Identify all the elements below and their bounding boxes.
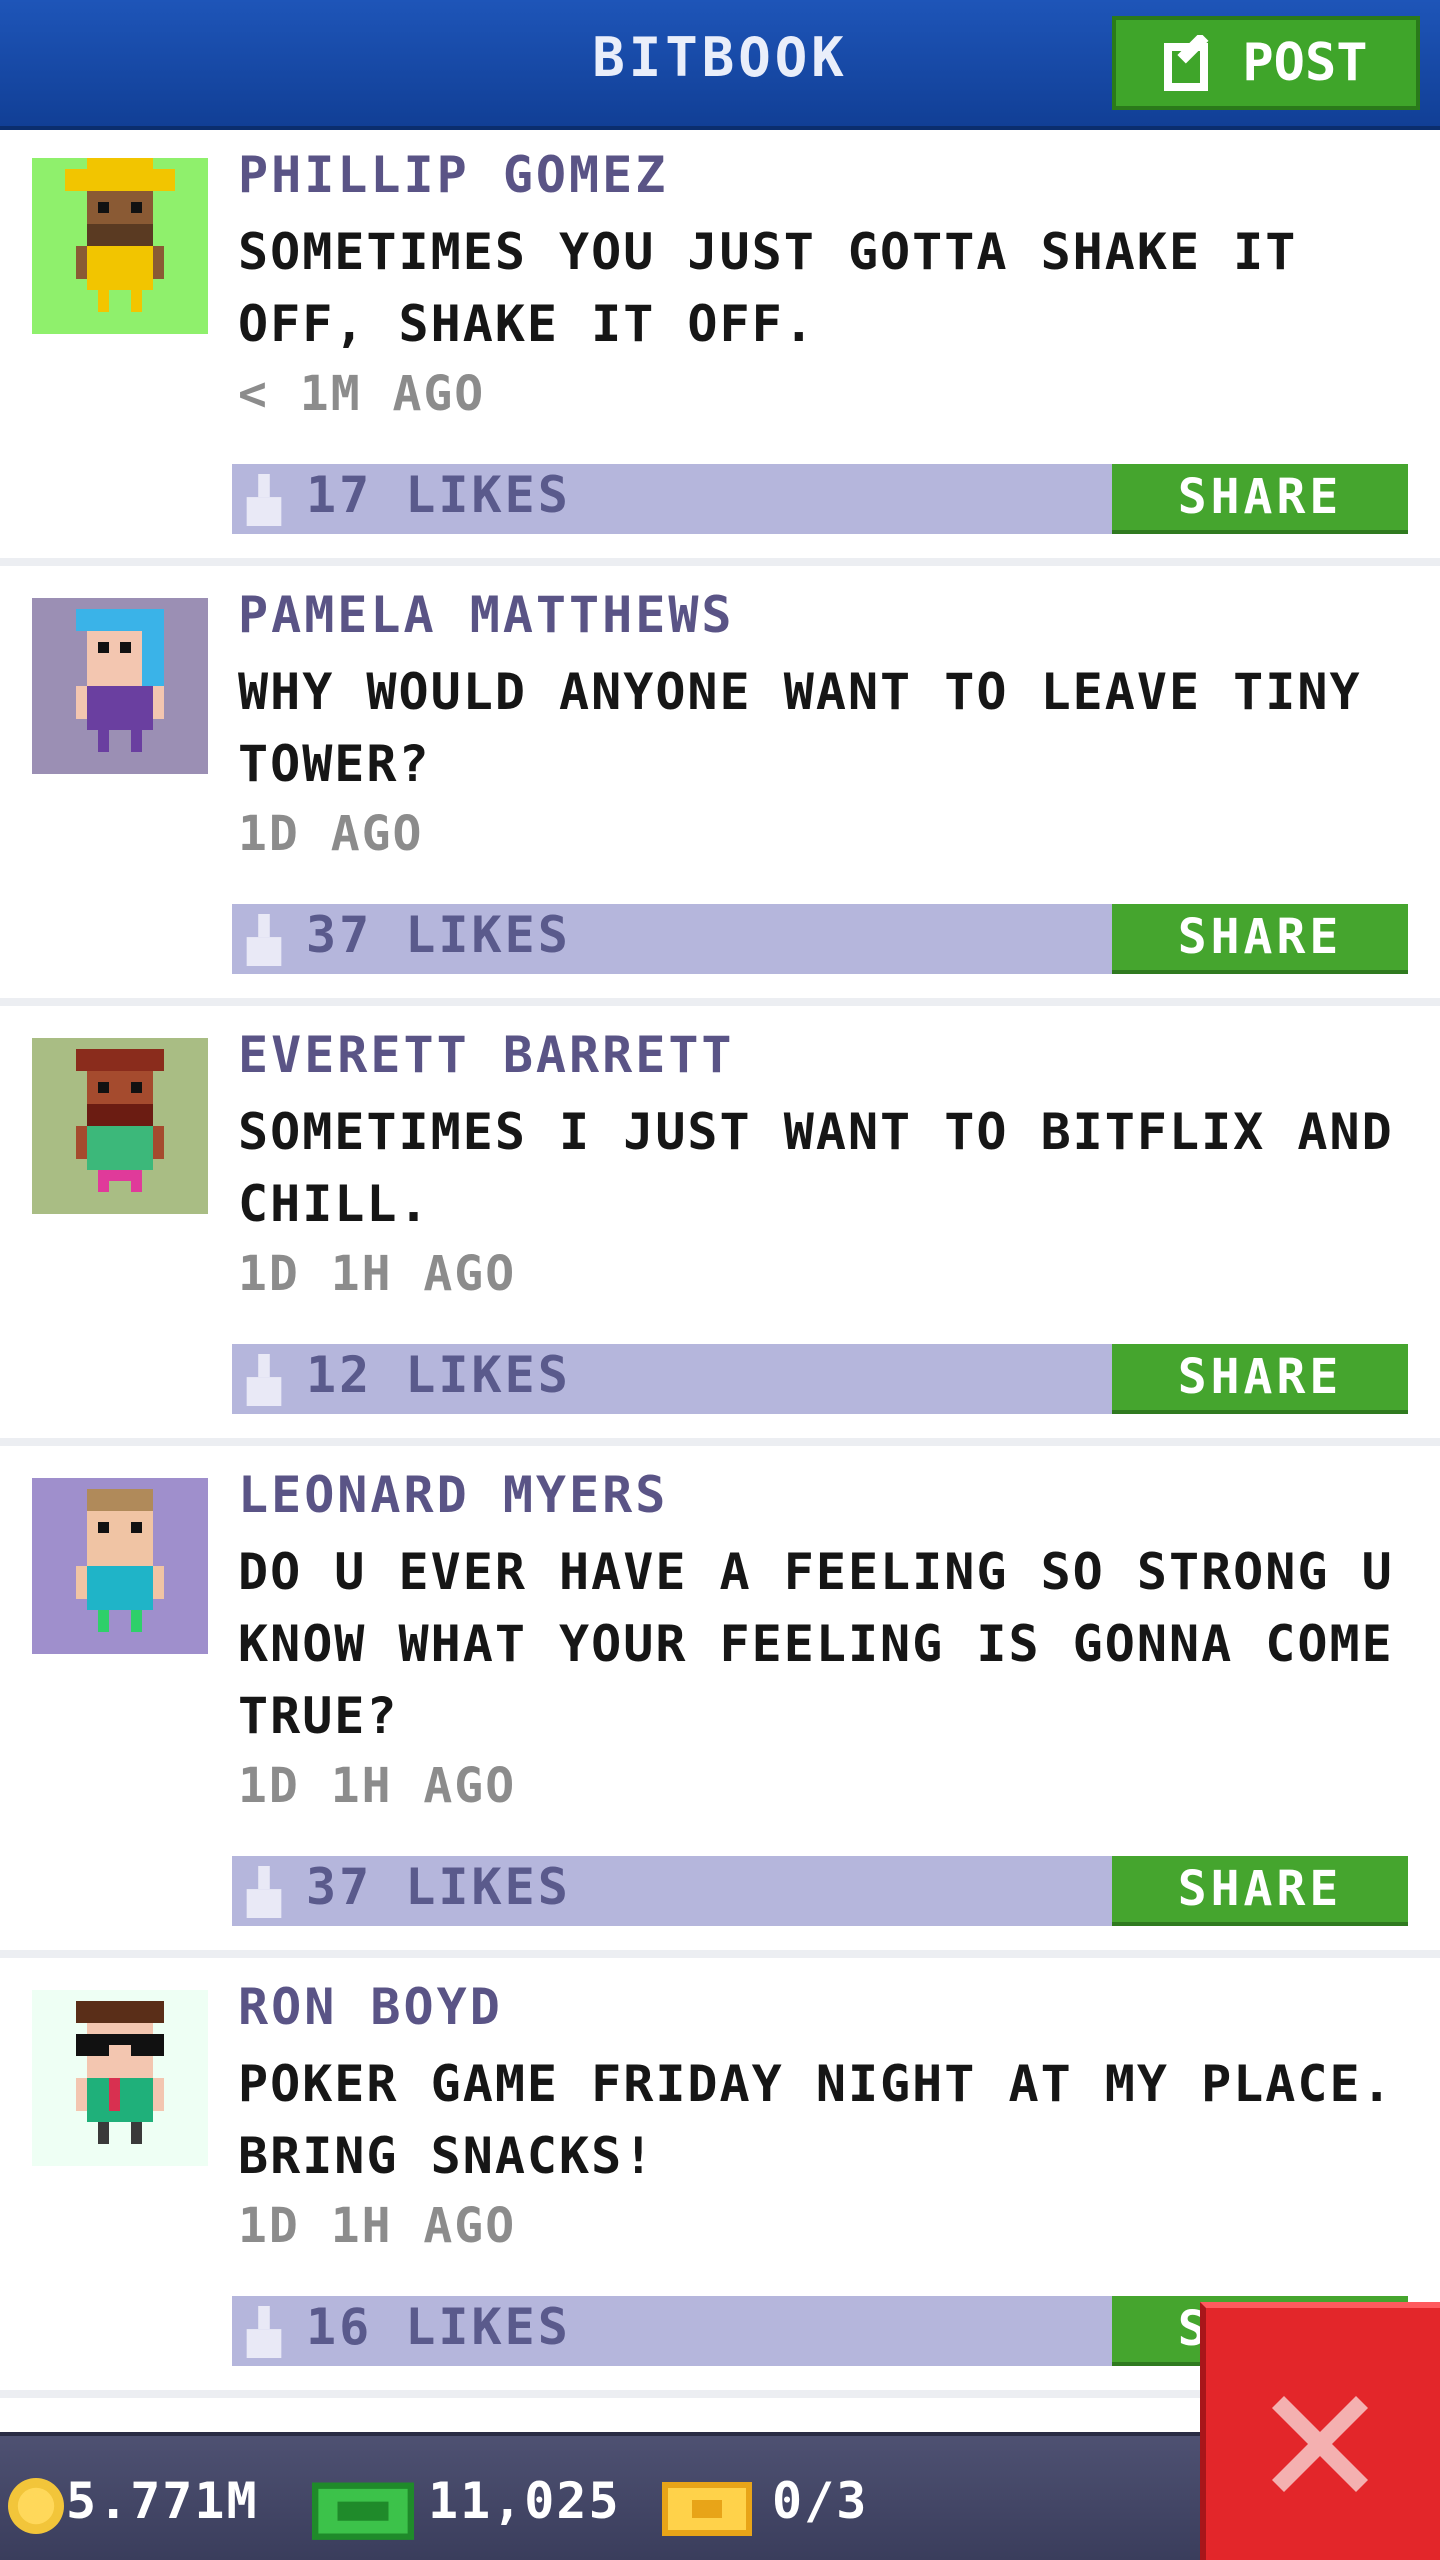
post-author: PAMELA MATTHEWS — [238, 586, 735, 644]
likes-count: 17 LIKES — [306, 466, 571, 524]
character-avatar-icon — [76, 1049, 164, 1192]
post-time: 1D AGO — [238, 806, 424, 862]
tickets-value: 0/3 — [772, 2472, 869, 2530]
avatar[interactable] — [32, 1038, 208, 1214]
thumbs-up-icon[interactable] — [246, 2306, 282, 2358]
avatar[interactable] — [32, 158, 208, 334]
post-message: WHY WOULD ANYONE WANT TO LEAVE TINY TOWE… — [238, 663, 1362, 793]
post-author: RON BOYD — [238, 1978, 503, 2036]
likes-count: 37 LIKES — [306, 1858, 571, 1916]
post-time: 1D 1H AGO — [238, 1758, 517, 1814]
coins-value: 5.771M — [66, 2472, 259, 2530]
post-message: DO U EVER HAVE A FEELING SO STRONG U KNO… — [238, 1543, 1394, 1745]
post-author: PHILLIP GOMEZ — [238, 146, 669, 204]
bux-icon — [312, 2482, 414, 2540]
close-icon — [1272, 2396, 1368, 2492]
character-avatar-icon — [65, 158, 175, 312]
app-header: BITBOOK POST — [0, 0, 1440, 130]
share-button[interactable]: SHARE — [1112, 1856, 1408, 1926]
avatar[interactable] — [32, 1478, 208, 1654]
like-bar: 17 LIKES SHARE — [232, 464, 1408, 534]
bux-value: 11,025 — [428, 2472, 621, 2530]
likes-count: 16 LIKES — [306, 2298, 571, 2356]
post-time: 1D 1H AGO — [238, 1246, 517, 1302]
post-author: LEONARD MYERS — [238, 1466, 669, 1524]
feed-post: PHILLIP GOMEZ SOMETIMES YOU JUST GOTTA S… — [0, 126, 1440, 566]
post-button-label: POST — [1242, 33, 1368, 93]
feed-post: EVERETT BARRETT SOMETIMES I JUST WANT TO… — [0, 1006, 1440, 1446]
share-button[interactable]: SHARE — [1112, 464, 1408, 534]
post-message: POKER GAME FRIDAY NIGHT AT MY PLACE. BRI… — [238, 2055, 1394, 2185]
like-bar: 12 LIKES SHARE — [232, 1344, 1408, 1414]
character-avatar-icon — [76, 2001, 164, 2144]
thumbs-up-icon[interactable] — [246, 1866, 282, 1918]
post-time: < 1M AGO — [238, 366, 486, 422]
feed-post: LEONARD MYERS DO U EVER HAVE A FEELING S… — [0, 1446, 1440, 1958]
character-avatar-icon — [76, 1489, 164, 1632]
likes-count: 37 LIKES — [306, 906, 571, 964]
share-button[interactable]: SHARE — [1112, 1344, 1408, 1414]
post-message: SOMETIMES I JUST WANT TO BITFLIX AND CHI… — [238, 1103, 1394, 1233]
coin-icon — [8, 2478, 64, 2534]
feed-post: PAMELA MATTHEWS WHY WOULD ANYONE WANT TO… — [0, 566, 1440, 1006]
likes-count: 12 LIKES — [306, 1346, 571, 1404]
avatar[interactable] — [32, 1990, 208, 2166]
thumbs-up-icon[interactable] — [246, 914, 282, 966]
avatar[interactable] — [32, 598, 208, 774]
compose-icon — [1164, 35, 1209, 91]
thumbs-up-icon[interactable] — [246, 474, 282, 526]
post-message: SOMETIMES YOU JUST GOTTA SHAKE IT OFF, S… — [238, 223, 1298, 353]
ticket-icon — [662, 2482, 752, 2536]
share-button[interactable]: SHARE — [1112, 904, 1408, 974]
like-bar: 37 LIKES SHARE — [232, 904, 1408, 974]
post-time: 1D 1H AGO — [238, 2198, 517, 2254]
close-button[interactable] — [1200, 2302, 1440, 2560]
like-bar: 37 LIKES SHARE — [232, 1856, 1408, 1926]
character-avatar-icon — [76, 609, 164, 752]
post-author: EVERETT BARRETT — [238, 1026, 735, 1084]
thumbs-up-icon[interactable] — [246, 1354, 282, 1406]
post-button[interactable]: POST — [1112, 16, 1420, 110]
